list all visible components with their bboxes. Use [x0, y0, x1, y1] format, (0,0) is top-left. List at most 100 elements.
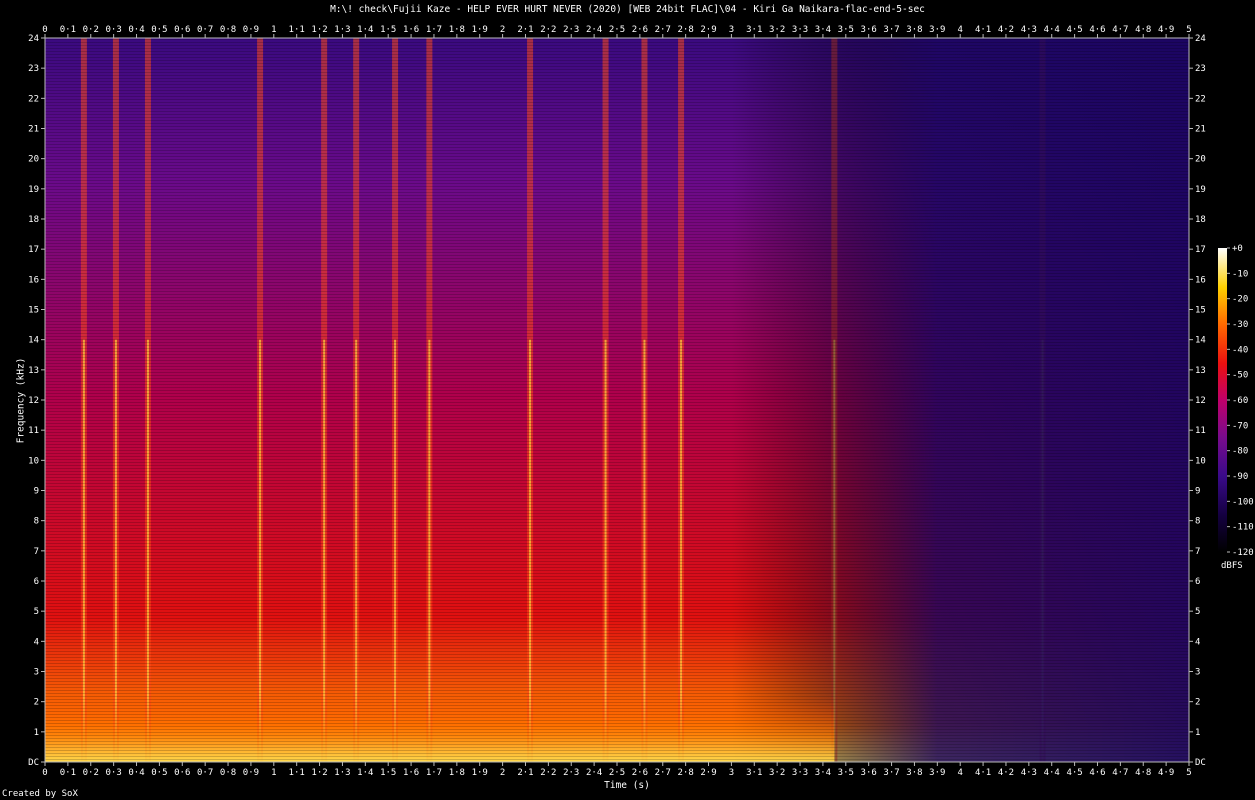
x-tick-label: 5 [1186, 25, 1191, 35]
x-tick-label: 1·7 [426, 768, 442, 778]
x-tick-label: 3·2 [769, 768, 785, 778]
x-tick-label: 1·9 [472, 768, 488, 778]
y-tick-label: DC [1195, 758, 1206, 768]
y-tick-label: 19 [1195, 185, 1206, 195]
y-axis-left: DC12345678910111213141516171819202122232… [28, 34, 45, 768]
x-tick-label: 2 [500, 25, 505, 35]
y-tick-label: 13 [28, 366, 39, 376]
x-tick-label: 0·1 [60, 768, 76, 778]
x-tick-label: 3·8 [906, 25, 922, 35]
sox-credit: Created by SoX [2, 789, 78, 799]
x-tick-label: 2·2 [540, 768, 556, 778]
colorbar-tick-label: -40 [1232, 345, 1248, 355]
y-tick-label: 14 [1195, 336, 1206, 346]
x-tick-label: 0·3 [106, 768, 122, 778]
x-tick-label: 2·5 [609, 25, 625, 35]
y-tick-label: 8 [1195, 517, 1200, 527]
x-tick-label: 1·5 [380, 768, 396, 778]
x-tick-label: 5 [1186, 768, 1191, 778]
colorbar-tick-label: -80 [1232, 447, 1248, 457]
x-tick-label: 1·1 [289, 25, 305, 35]
x-tick-label: 0·2 [83, 25, 99, 35]
x-tick-label: 3·1 [746, 25, 762, 35]
x-tick-label: 4·4 [1044, 25, 1060, 35]
x-tick-label: 1·5 [380, 25, 396, 35]
spectrogram-plot [44, 37, 1190, 763]
x-tick-label: 4·3 [1021, 25, 1037, 35]
y-tick-label: 3 [34, 668, 39, 678]
y-tick-label: 7 [1195, 547, 1200, 557]
y-tick-label: 6 [1195, 577, 1200, 587]
colorbar-gradient [1218, 248, 1227, 552]
x-tick-label: 2·7 [655, 25, 671, 35]
y-tick-label: DC [28, 758, 39, 768]
x-tick-label: 3·8 [906, 768, 922, 778]
y-axis-label: Frequency (kHz) [15, 357, 27, 444]
x-tick-label: 2·6 [632, 768, 648, 778]
x-tick-label: 2·3 [563, 768, 579, 778]
x-tick-label: 3·6 [861, 25, 877, 35]
x-tick-label: 0·3 [106, 25, 122, 35]
x-tick-label: 0·6 [174, 25, 190, 35]
x-tick-label: 3·5 [838, 768, 854, 778]
y-tick-label: 1 [1195, 728, 1200, 738]
x-tick-label: 4·9 [1158, 768, 1174, 778]
y-tick-label: 4 [34, 637, 39, 647]
x-tick-label: 3·7 [883, 25, 899, 35]
y-tick-label: 20 [28, 155, 39, 165]
x-tick-label: 3·3 [792, 768, 808, 778]
y-tick-label: 1 [34, 728, 39, 738]
y-tick-label: 21 [28, 125, 39, 135]
x-tick-label: 1·8 [449, 768, 465, 778]
x-tick-label: 1·2 [311, 768, 327, 778]
x-tick-label: 0·8 [220, 25, 236, 35]
x-axis-bottom: 0 0·1 0·2 0·3 0·4 0·5 0·6 0·7 0·8 0·9 1 1·1 1·2 1·3 1·… [42, 762, 1192, 778]
y-tick-label: 23 [1195, 64, 1206, 74]
x-tick-label: 0·9 [243, 768, 259, 778]
x-tick-label: 4·9 [1158, 25, 1174, 35]
x-tick-label: 0·8 [220, 768, 236, 778]
y-tick-label: 10 [28, 456, 39, 466]
x-tick-label: 4 [957, 768, 962, 778]
x-tick-label: 0·5 [151, 25, 167, 35]
x-tick-label: 1·4 [357, 768, 373, 778]
y-tick-label: 17 [1195, 245, 1206, 255]
x-tick-label: 4·6 [1089, 25, 1105, 35]
y-axis-right: DC12345678910111213141516171819202122232… [1189, 34, 1206, 768]
colorbar-tick-label: -110 [1232, 523, 1254, 533]
x-tick-label: 4·3 [1021, 768, 1037, 778]
x-tick-label: 1·3 [334, 768, 350, 778]
x-tick-label: 2·9 [700, 25, 716, 35]
y-tick-label: 22 [28, 94, 39, 104]
y-tick-label: 14 [28, 336, 39, 346]
x-tick-label: 2·6 [632, 25, 648, 35]
x-tick-label: 3·9 [929, 768, 945, 778]
x-tick-label: 2·1 [517, 25, 533, 35]
x-axis-top: 0 0·1 0·2 0·3 0·4 0·5 0·6 0·7 0·8 0·9 1 1·1 1·2 1·3 1·… [42, 25, 1192, 38]
x-tick-label: 3·1 [746, 768, 762, 778]
colorbar-ticks: +0 -10 -20 -30 -40 -50 -60 -70 -80 -90 -100 -110 -12… [1227, 244, 1254, 558]
x-tick-label: 2·4 [586, 25, 602, 35]
colorbar-tick-label: +0 [1232, 244, 1243, 254]
x-tick-label: 0·4 [128, 25, 144, 35]
x-tick-label: 0·5 [151, 768, 167, 778]
y-tick-label: 21 [1195, 125, 1206, 135]
x-axis-label: Time (s) [604, 780, 650, 791]
y-tick-label: 7 [34, 547, 39, 557]
y-tick-label: 18 [28, 215, 39, 225]
x-tick-label: 4·4 [1044, 768, 1060, 778]
x-tick-label: 2·8 [678, 768, 694, 778]
x-tick-label: 4·5 [1066, 768, 1082, 778]
y-tick-label: 11 [1195, 426, 1206, 436]
x-tick-label: 4·1 [975, 768, 991, 778]
y-tick-label: 4 [1195, 637, 1200, 647]
colorbar-tick-label: -120 [1232, 548, 1254, 558]
x-tick-label: 2·7 [655, 768, 671, 778]
x-tick-label: 1·1 [289, 768, 305, 778]
colorbar-tick-label: -100 [1232, 497, 1254, 507]
x-tick-label: 3 [729, 768, 734, 778]
harmonic-texture [45, 38, 1189, 762]
y-tick-label: 8 [34, 517, 39, 527]
x-tick-label: 2·2 [540, 25, 556, 35]
y-tick-label: 12 [1195, 396, 1206, 406]
